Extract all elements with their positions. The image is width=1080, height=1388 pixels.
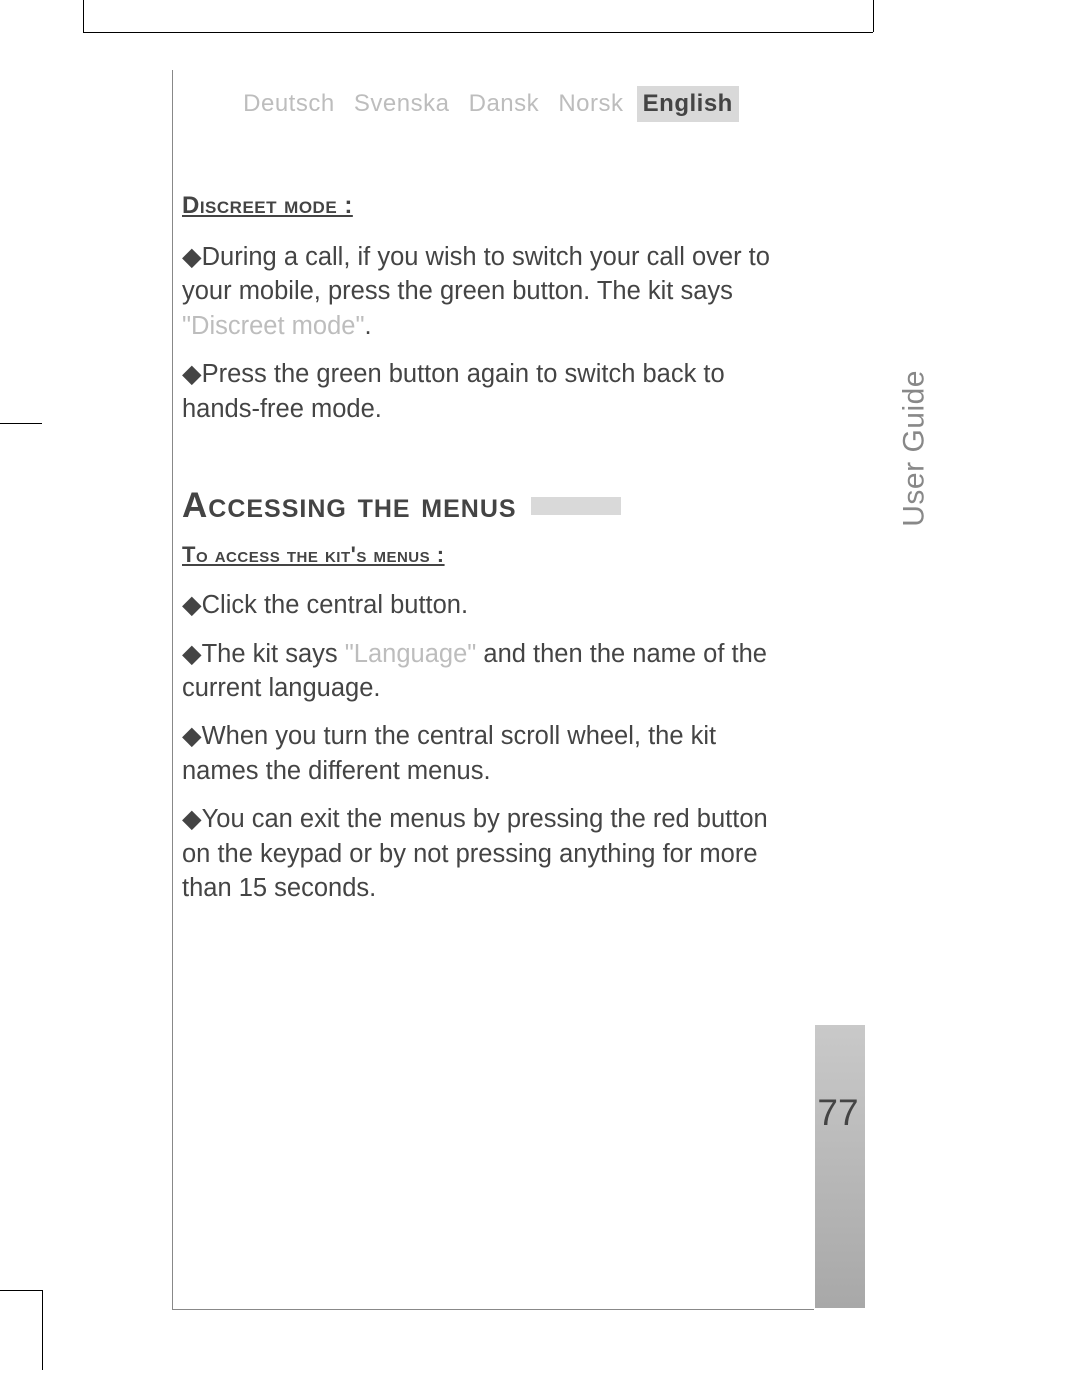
text: ◆The kit says <box>182 640 345 668</box>
side-tab <box>815 1025 865 1308</box>
heading-text: Accessing the menus <box>182 486 517 526</box>
discreet-mode-heading: Discreet mode : <box>182 192 794 220</box>
text: ◆During a call, if you wish to switch yo… <box>182 243 770 305</box>
lang-svenska: Svenska <box>348 86 456 122</box>
crop-mark <box>83 32 873 33</box>
discreet-para-2: ◆Press the green button again to switch … <box>182 357 794 426</box>
spoken-text: "Discreet mode" <box>182 312 365 340</box>
heading-bar <box>531 497 621 515</box>
side-label: User Guide <box>898 370 932 527</box>
accessing-menus-heading: Accessing the menus <box>182 486 794 526</box>
lang-deutsch: Deutsch <box>237 86 341 122</box>
text: . <box>365 312 372 340</box>
spoken-text: "Language" <box>345 640 477 668</box>
lang-norsk: Norsk <box>552 86 629 122</box>
crop-mark <box>42 1290 43 1370</box>
discreet-para-1: ◆During a call, if you wish to switch yo… <box>182 240 794 343</box>
menus-para-4: ◆You can exit the menus by pressing the … <box>182 802 794 905</box>
menus-para-1: ◆Click the central button. <box>182 588 794 622</box>
menus-para-3: ◆When you turn the central scroll wheel,… <box>182 719 794 788</box>
content: Deutsch Svenska Dansk Norsk English Disc… <box>172 70 814 939</box>
lang-english: English <box>637 86 739 122</box>
language-selector: Deutsch Svenska Dansk Norsk English <box>182 86 794 122</box>
page-number: 77 <box>813 1092 863 1134</box>
crop-mark <box>873 0 874 32</box>
menus-para-2: ◆The kit says "Language" and then the na… <box>182 637 794 706</box>
lang-dansk: Dansk <box>463 86 546 122</box>
crop-mark <box>83 0 84 32</box>
page: Deutsch Svenska Dansk Norsk English Disc… <box>0 0 1080 1388</box>
crop-mark <box>0 423 42 424</box>
access-kit-menus-sub: To access the kit's menus : <box>182 542 794 568</box>
crop-mark <box>0 1290 42 1291</box>
